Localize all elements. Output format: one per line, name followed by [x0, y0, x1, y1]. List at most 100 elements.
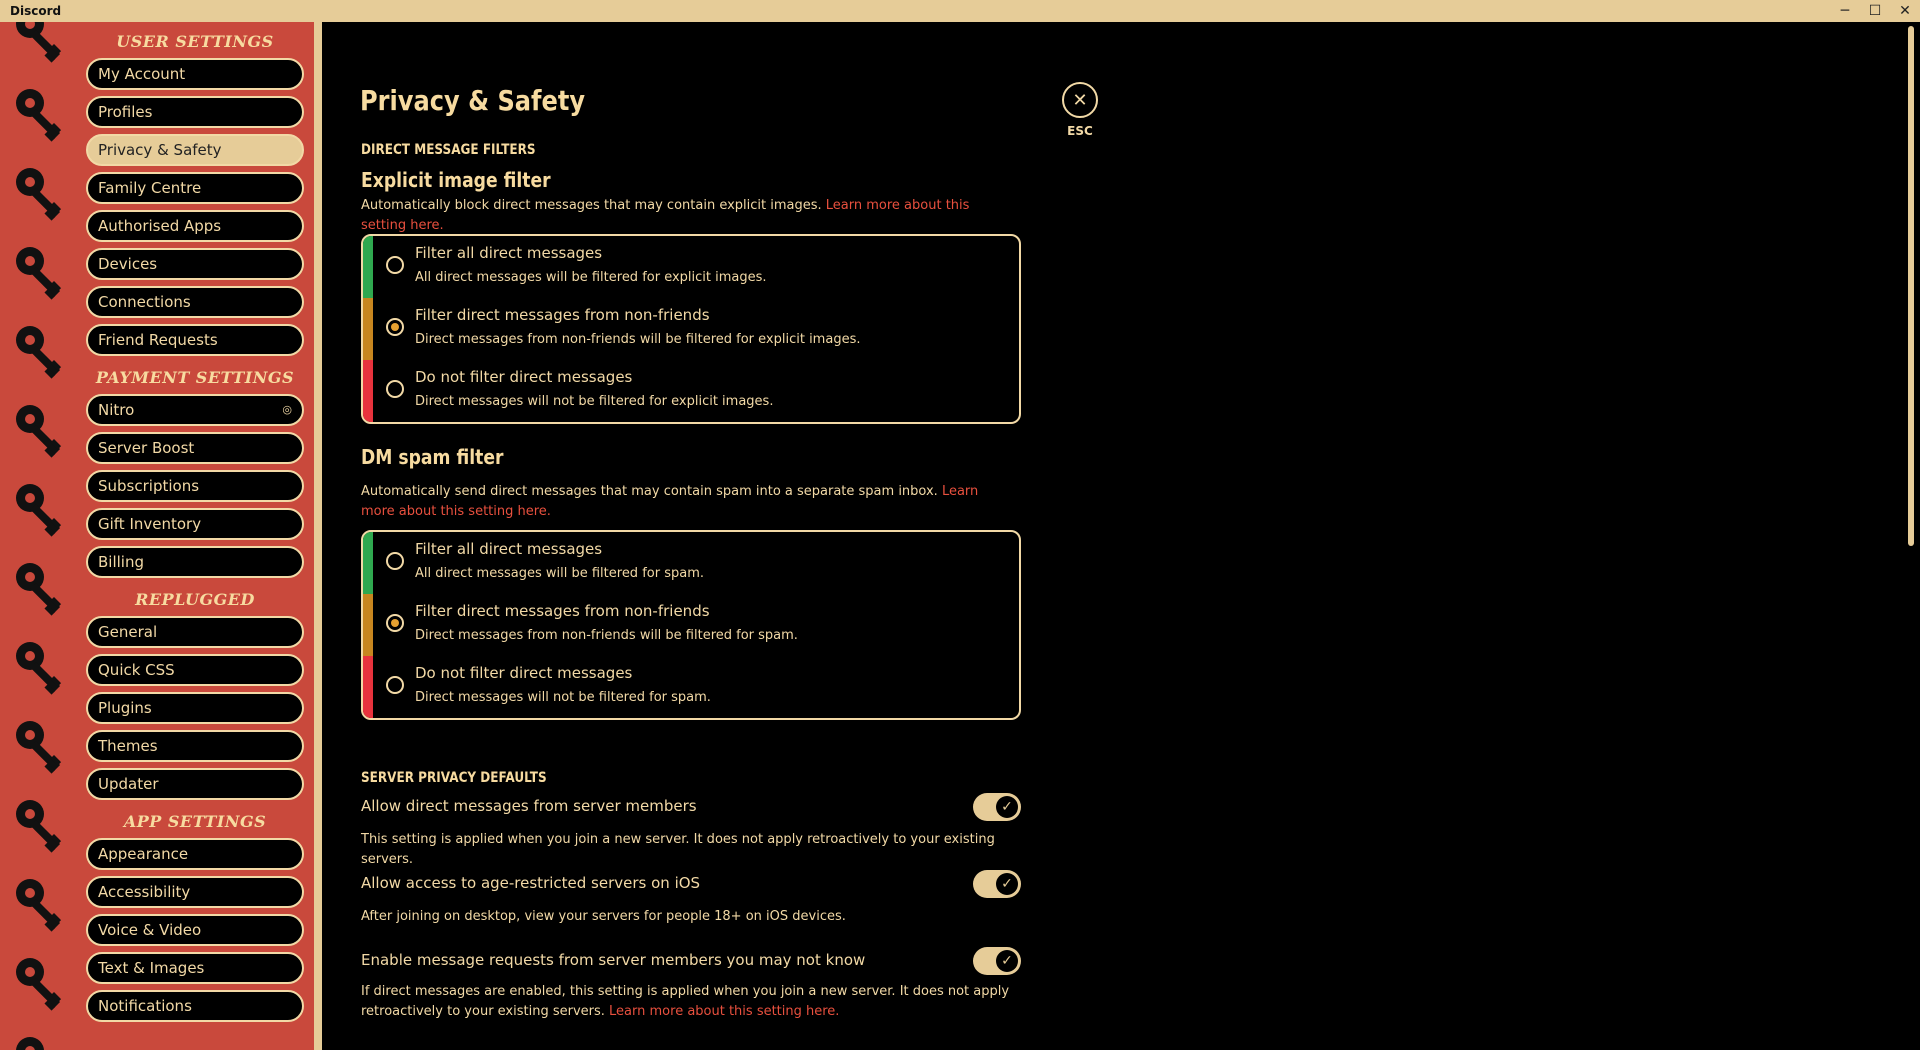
- close-window-button[interactable]: ✕: [1890, 0, 1920, 22]
- sidebar-item-profiles[interactable]: Profiles: [86, 96, 304, 128]
- sidebar-item-updater[interactable]: Updater: [86, 768, 304, 800]
- sidebar-item-label: Nitro: [98, 401, 135, 419]
- settings-content: Privacy & Safety ✕ ESC DIRECT MESSAGE FI…: [322, 22, 1920, 1050]
- sidebar-section-header: REPLUGGED: [135, 590, 255, 609]
- page-title: Privacy & Safety: [360, 84, 586, 117]
- sidebar-item-label: Notifications: [98, 997, 192, 1015]
- key-icon: [10, 794, 74, 858]
- minimize-button[interactable]: ─: [1830, 0, 1860, 22]
- maximize-button[interactable]: ☐: [1860, 0, 1890, 22]
- toggle-age-restricted-ios[interactable]: ✓: [973, 870, 1021, 898]
- spam-filter-desc-text: Automatically send direct messages that …: [361, 484, 938, 499]
- toggle-message-requests[interactable]: ✓: [973, 947, 1021, 975]
- sidebar-item-family-centre[interactable]: Family Centre: [86, 172, 304, 204]
- server-privacy-header: SERVER PRIVACY DEFAULTS: [361, 770, 547, 786]
- explicit-filter-option[interactable]: Filter all direct messages All direct mes…: [363, 236, 1019, 298]
- sidebar-item-label: Plugins: [98, 699, 152, 717]
- sidebar-item-privacy-safety[interactable]: Privacy & Safety: [86, 134, 304, 166]
- sidebar-item-authorised-apps[interactable]: Authorised Apps: [86, 210, 304, 242]
- sidebar-item-notifications[interactable]: Notifications: [86, 990, 304, 1022]
- key-icon: [10, 636, 74, 700]
- explicit-filter-desc-text: Automatically block direct messages that…: [361, 198, 822, 213]
- check-icon: ✓: [996, 796, 1018, 818]
- close-icon: ✕: [1072, 89, 1088, 111]
- key-icon: [10, 22, 74, 68]
- sidebar-item-label: Privacy & Safety: [98, 141, 222, 159]
- option-description: Direct messages from non-friends will be…: [415, 332, 861, 347]
- sidebar-item-quick-css[interactable]: Quick CSS: [86, 654, 304, 686]
- spam-filter-option[interactable]: Filter all direct messages All direct mes…: [363, 532, 1019, 594]
- spam-filter-options: Filter all direct messages All direct mes…: [361, 530, 1021, 720]
- severity-bar: [363, 360, 373, 422]
- sidebar-item-subscriptions[interactable]: Subscriptions: [86, 470, 304, 502]
- sidebar-item-devices[interactable]: Devices: [86, 248, 304, 280]
- key-icon: [10, 873, 74, 937]
- sidebar-item-my-account[interactable]: My Account: [86, 58, 304, 90]
- key-icon: [10, 557, 74, 621]
- sidebar-section-header: USER SETTINGS: [116, 32, 274, 51]
- sidebar-item-gift-inventory[interactable]: Gift Inventory: [86, 508, 304, 540]
- sidebar-item-label: Server Boost: [98, 439, 195, 457]
- check-icon: ✓: [996, 950, 1018, 972]
- close-settings-button[interactable]: ✕: [1062, 82, 1098, 118]
- toggle-desc-message-requests: If direct messages are enabled, this set…: [361, 982, 1021, 1022]
- sidebar-item-nitro[interactable]: Nitro ◎: [86, 394, 304, 426]
- severity-bar: [363, 236, 373, 298]
- key-icon: [10, 478, 74, 542]
- spam-filter-title: DM spam filter: [361, 445, 504, 469]
- spam-filter-description: Automatically send direct messages that …: [361, 482, 1001, 522]
- close-esc-label: ESC: [1067, 124, 1093, 138]
- dm-filters-header: DIRECT MESSAGE FILTERS: [361, 142, 536, 158]
- toggle-desc-dm-server-members: This setting is applied when you join a …: [361, 832, 995, 867]
- sidebar-item-appearance[interactable]: Appearance: [86, 838, 304, 870]
- sidebar-item-label: Billing: [98, 553, 144, 571]
- sidebar-item-label: Authorised Apps: [98, 217, 222, 235]
- sidebar-section-header: APP SETTINGS: [123, 812, 267, 831]
- sidebar-item-label: General: [98, 623, 158, 641]
- radio-icon[interactable]: [386, 614, 404, 632]
- sidebar-item-accessibility[interactable]: Accessibility: [86, 876, 304, 908]
- sidebar-item-text-images[interactable]: Text & Images: [86, 952, 304, 984]
- option-description: Direct messages will not be filtered for…: [415, 690, 711, 705]
- sidebar-item-label: Text & Images: [98, 959, 205, 977]
- radio-icon[interactable]: [386, 676, 404, 694]
- sidebar-item-label: Devices: [98, 255, 158, 273]
- option-description: Direct messages will not be filtered for…: [415, 394, 774, 409]
- sidebar-item-server-boost[interactable]: Server Boost: [86, 432, 304, 464]
- severity-bar: [363, 298, 373, 360]
- severity-bar: [363, 532, 373, 594]
- spam-filter-option[interactable]: Do not filter direct messages Direct mess…: [363, 656, 1019, 718]
- sidebar-item-friend-requests[interactable]: Friend Requests: [86, 324, 304, 356]
- sidebar-item-themes[interactable]: Themes: [86, 730, 304, 762]
- option-label: Do not filter direct messages: [415, 664, 633, 682]
- content-scrollbar[interactable]: [1908, 26, 1914, 546]
- toggle-label-message-requests: Enable message requests from server memb…: [361, 951, 866, 969]
- message-requests-learn-more-link[interactable]: Learn more about this setting here.: [609, 1004, 839, 1019]
- sidebar-item-label: Connections: [98, 293, 191, 311]
- explicit-filter-option[interactable]: Do not filter direct messages Direct mess…: [363, 360, 1019, 422]
- spam-filter-option[interactable]: Filter direct messages from non-friends D…: [363, 594, 1019, 656]
- sidebar-item-plugins[interactable]: Plugins: [86, 692, 304, 724]
- sidebar-item-label: Updater: [98, 775, 159, 793]
- nitro-badge-icon: ◎: [282, 403, 292, 416]
- sidebar-item-label: My Account: [98, 65, 186, 83]
- toggle-label-dm-server-members: Allow direct messages from server member…: [361, 797, 697, 815]
- check-icon: ✓: [996, 873, 1018, 895]
- sidebar-item-billing[interactable]: Billing: [86, 546, 304, 578]
- sidebar-section-header: PAYMENT SETTINGS: [95, 368, 295, 387]
- option-label: Filter direct messages from non-friends: [415, 602, 710, 620]
- radio-icon[interactable]: [386, 552, 404, 570]
- title-bar: Discord ─ ☐ ✕: [0, 0, 1920, 22]
- radio-icon[interactable]: [386, 256, 404, 274]
- toggle-dm-server-members[interactable]: ✓: [973, 793, 1021, 821]
- sidebar-item-connections[interactable]: Connections: [86, 286, 304, 318]
- radio-icon[interactable]: [386, 380, 404, 398]
- sidebar-item-general[interactable]: General: [86, 616, 304, 648]
- sidebar-item-voice-video[interactable]: Voice & Video: [86, 914, 304, 946]
- explicit-filter-option[interactable]: Filter direct messages from non-friends D…: [363, 298, 1019, 360]
- option-label: Filter all direct messages: [415, 540, 603, 558]
- toggle-desc-age-restricted-ios: After joining on desktop, view your serv…: [361, 909, 846, 924]
- severity-bar: [363, 594, 373, 656]
- key-icon: [10, 399, 74, 463]
- radio-icon[interactable]: [386, 318, 404, 336]
